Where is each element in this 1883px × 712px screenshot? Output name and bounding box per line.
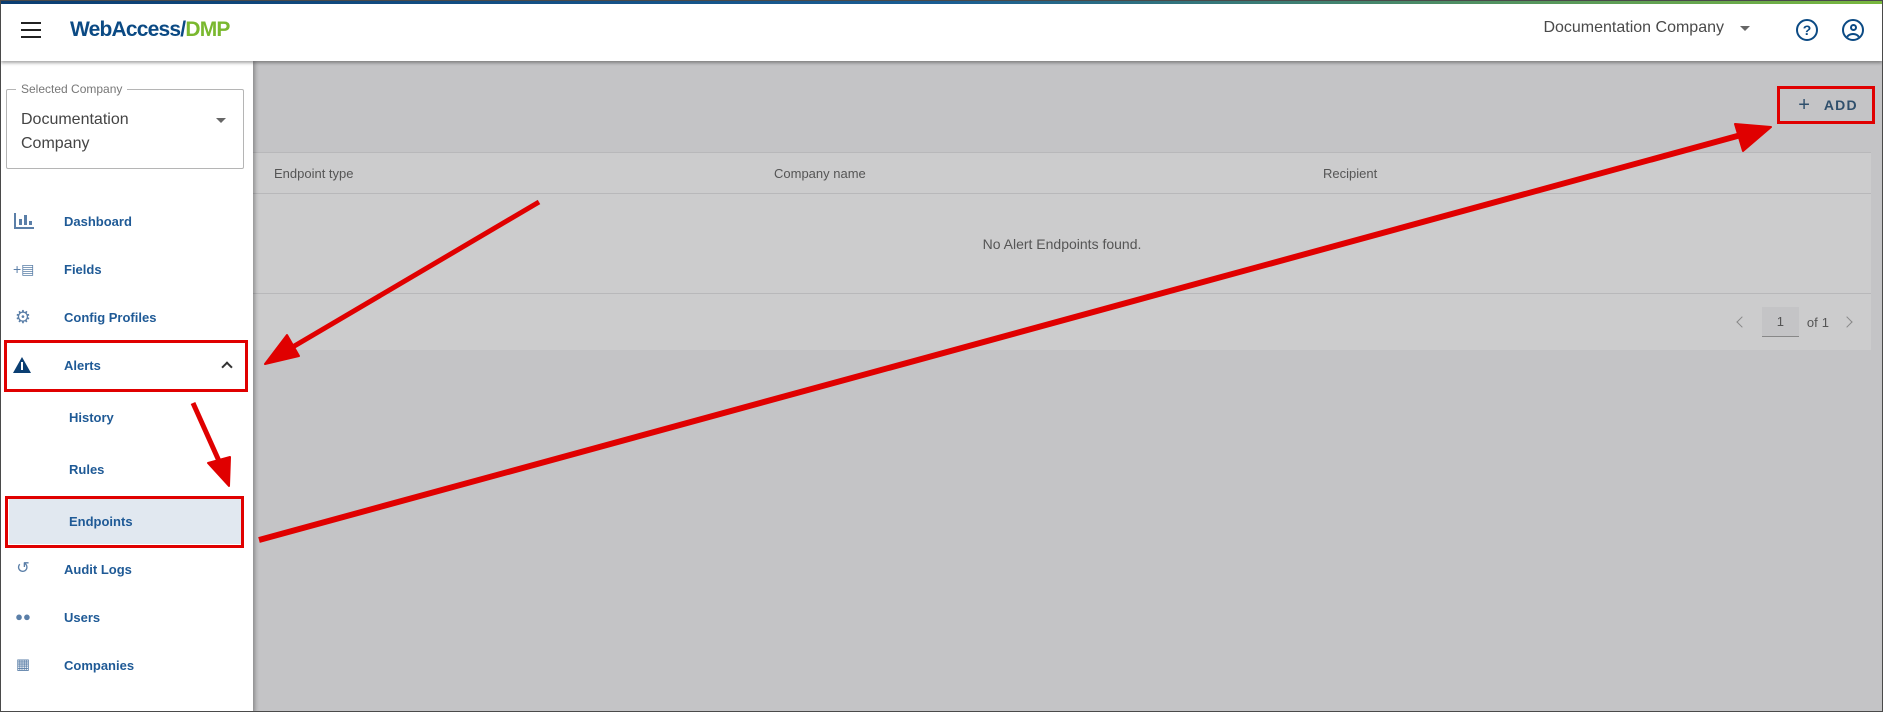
company-switcher-label: Documentation Company [1543,19,1724,36]
account-icon[interactable] [1842,19,1864,41]
selected-company-select[interactable]: Selected Company Documentation Company [6,82,244,169]
top-bar: WebAccess/DMP Documentation Company ? [1,1,1882,61]
page-number-input[interactable]: 1 [1761,307,1799,337]
company-switcher[interactable]: Documentation Company [1543,19,1750,37]
plus-icon: + [1798,93,1810,116]
sidebar-item-rules[interactable]: Rules [1,446,253,492]
endpoints-table: Endpoint type Company name Recipient No … [253,152,1871,350]
dropdown-caret-icon [1740,25,1750,31]
users-icon: ●● [15,609,31,624]
empty-state-message: No Alert Endpoints found. [982,236,1142,252]
column-header-recipient[interactable]: Recipient [1323,166,1377,181]
page-of-label: of [1806,314,1818,330]
bar-chart-icon [14,213,34,229]
selected-company-value: Documentation Company [21,111,129,152]
sidebar-item-history[interactable]: History [1,394,253,440]
sidebar-item-companies[interactable]: ▦ Companies [1,642,253,688]
history-icon: ↺ [16,560,30,577]
chevron-up-icon[interactable] [221,361,233,373]
column-header-company-name[interactable]: Company name [774,166,866,181]
chevron-right-icon[interactable] [1841,316,1853,328]
sidebar-item-config-profiles[interactable]: ⚙ Config Profiles [1,294,253,340]
annotation-arrows [190,123,1772,543]
table-row: No Alert Endpoints found. [253,194,1871,294]
app-logo[interactable]: WebAccess/DMP [70,18,230,42]
menu-icon[interactable] [21,22,41,38]
dropdown-caret-icon [216,118,226,123]
column-header-endpoint-type[interactable]: Endpoint type [274,166,354,181]
chevron-left-icon[interactable] [1736,316,1748,328]
app-window: WebAccess/DMP Documentation Company ? Se… [0,0,1883,712]
sidebar-item-users[interactable]: ●● Users [1,594,253,640]
add-button[interactable]: + ADD [1783,89,1873,121]
pagination: 1 of 1 [1736,307,1853,337]
sidebar: Selected Company Documentation Company D… [1,61,253,711]
sidebar-item-endpoints[interactable]: Endpoints [9,498,241,544]
fields-icon: +▤ [13,261,35,277]
sidebar-item-dashboard[interactable]: Dashboard [1,198,253,244]
total-pages: 1 [1821,314,1829,330]
table-header: Endpoint type Company name Recipient [253,152,1871,194]
sidebar-item-alerts[interactable]: Alerts [1,342,253,388]
sidebar-item-audit-logs[interactable]: ↺ Audit Logs [1,546,253,592]
selected-company-label: Selected Company [16,82,128,96]
building-icon: ▦ [15,656,31,673]
gear-icon: ⚙ [14,307,32,327]
help-icon[interactable]: ? [1796,19,1818,41]
sidebar-item-fields[interactable]: +▤ Fields [1,246,253,292]
